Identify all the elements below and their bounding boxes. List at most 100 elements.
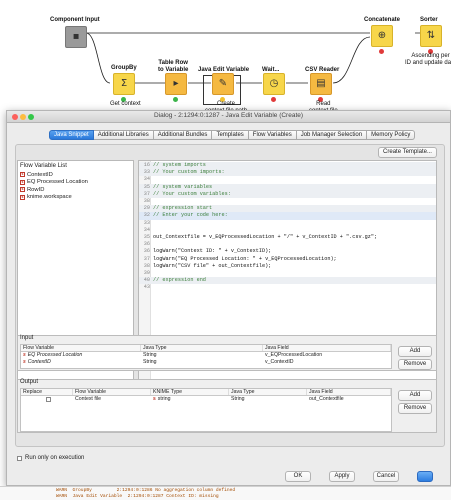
table-row[interactable]: s EQ Processed Location String v_EQProces… bbox=[21, 352, 391, 359]
help-button[interactable] bbox=[417, 471, 433, 482]
tab-job-manager-selection[interactable]: Job Manager Selection bbox=[296, 130, 368, 140]
output-remove-button[interactable]: Remove bbox=[398, 403, 432, 414]
string-type-icon: s bbox=[153, 396, 156, 402]
dialog-titlebar[interactable]: Dialog - 2:1294:0:1287 - Java Edit Varia… bbox=[7, 111, 450, 123]
tab-additional-libraries[interactable]: Additional Libraries bbox=[93, 130, 154, 140]
ok-button[interactable]: OK bbox=[285, 471, 311, 482]
code-line[interactable]: 35 out_Contextfile = v_EQProcessedLocatio… bbox=[139, 234, 436, 241]
flow-variable-list: s ContextID s EQ Processed Location s RowID… bbox=[20, 171, 88, 201]
wait-icon: ◷ bbox=[269, 78, 279, 89]
tab-flow-variables[interactable]: Flow Variables bbox=[248, 130, 297, 140]
tab-templates[interactable]: Templates bbox=[212, 130, 249, 140]
line-number: 37 bbox=[143, 255, 150, 262]
groupby-node[interactable]: Σ bbox=[113, 73, 135, 95]
input-add-button[interactable]: Add bbox=[398, 346, 432, 357]
groupby-icon: Σ bbox=[120, 78, 128, 89]
input-group: Input Flow Variable Java Type Java Field… bbox=[17, 335, 437, 371]
tab-java-snippet[interactable]: Java Snippet bbox=[49, 130, 94, 140]
code-line[interactable]: 34 bbox=[139, 227, 436, 234]
output-table: Replace Flow Variable KNIME Type Java Ty… bbox=[20, 388, 392, 432]
node-title-groupby: GroupBy bbox=[111, 65, 137, 71]
line-number: 35 bbox=[143, 234, 150, 240]
line-number: 33 bbox=[143, 169, 150, 176]
create-template-button[interactable]: Create Template... bbox=[378, 147, 437, 158]
output-header-knime-type[interactable]: KNIME Type bbox=[151, 389, 229, 395]
node-title-sorter: Sorter bbox=[420, 17, 438, 23]
code-line[interactable]: 36 logWarn("Context ID: " + v_ContextID); bbox=[139, 248, 436, 255]
output-table-header: Replace Flow Variable KNIME Type Java Ty… bbox=[21, 389, 391, 396]
code-line[interactable]: 37 logWarn("EQ Processed Location: " + v_… bbox=[139, 256, 436, 263]
line-number: 39 bbox=[143, 270, 150, 276]
code-line[interactable]: 29// expression start bbox=[139, 205, 436, 213]
component-input-icon: ▪ bbox=[72, 31, 80, 42]
flow-variable-item[interactable]: s ContextID bbox=[20, 171, 88, 179]
tab-memory-policy[interactable]: Memory Policy bbox=[367, 130, 416, 140]
wait-node[interactable]: ◷ bbox=[263, 73, 285, 95]
input-header-java-type[interactable]: Java Type bbox=[141, 345, 263, 351]
line-number: 36 bbox=[143, 248, 150, 255]
code-line[interactable]: 16// system imports bbox=[139, 162, 436, 170]
line-number: 34 bbox=[143, 176, 150, 183]
string-variable-icon: s bbox=[20, 179, 25, 185]
code-line[interactable]: 40// expression end bbox=[139, 277, 436, 285]
code-text: logWarn("CSV file" + out_Contextfile); bbox=[153, 262, 272, 269]
code-text: // expression end bbox=[153, 277, 206, 284]
code-line[interactable]: 35// system variables bbox=[139, 183, 436, 191]
flow-variable-item[interactable]: s EQ Processed Location bbox=[20, 179, 88, 187]
table-row-to-variable-node[interactable]: ▸ bbox=[165, 73, 187, 95]
java-edit-variable-node[interactable]: ✎ bbox=[212, 73, 234, 95]
output-header-flow-variable[interactable]: Flow Variable bbox=[73, 389, 151, 395]
run-only-on-execution-label: Run only on execution bbox=[25, 455, 85, 461]
flow-variable-item[interactable]: s knime.workspace bbox=[20, 194, 88, 202]
table-row[interactable]: s ContextID String v_ContextID bbox=[21, 359, 391, 366]
table-row-to-variable-icon: ▸ bbox=[173, 78, 179, 89]
cancel-button[interactable]: Cancel bbox=[373, 471, 399, 482]
code-text: // Your custom variables: bbox=[153, 190, 231, 197]
replace-checkbox[interactable] bbox=[45, 397, 51, 402]
input-header-flow-variable[interactable]: Flow Variable bbox=[21, 345, 141, 351]
input-remove-button[interactable]: Remove bbox=[398, 359, 432, 370]
output-header-java-type[interactable]: Java Type bbox=[229, 389, 307, 395]
line-number: 34 bbox=[143, 226, 150, 233]
code-line[interactable]: 33 bbox=[139, 220, 436, 227]
tab-additional-bundles[interactable]: Additional Bundles bbox=[153, 130, 213, 140]
line-number: 32 bbox=[143, 212, 150, 219]
output-add-button[interactable]: Add bbox=[398, 390, 432, 401]
output-header-replace[interactable]: Replace bbox=[21, 389, 73, 395]
code-line[interactable]: 32// Enter your code here: bbox=[139, 212, 436, 220]
concatenate-node[interactable]: ⊕ bbox=[371, 25, 393, 47]
table-row[interactable]: Context file s string String out_Contextf… bbox=[21, 396, 391, 403]
concatenate-status-light bbox=[379, 49, 384, 54]
csv-reader-node[interactable]: ▤ bbox=[310, 73, 332, 95]
code-text: logWarn("Context ID: " + v_ContextID); bbox=[153, 248, 272, 255]
line-number: 40 bbox=[143, 277, 150, 284]
code-line[interactable]: 38 bbox=[139, 198, 436, 205]
code-line[interactable]: 34 bbox=[139, 176, 436, 183]
code-line[interactable]: 39 bbox=[139, 270, 436, 277]
line-number: 38 bbox=[143, 262, 150, 269]
string-variable-icon: s bbox=[20, 187, 25, 193]
run-only-on-execution-row[interactable]: Run only on execution bbox=[17, 455, 84, 461]
component-input-node[interactable]: ▪ bbox=[65, 26, 87, 48]
output-group-label: Output bbox=[20, 379, 39, 385]
code-text: // Your custom imports: bbox=[153, 169, 225, 176]
code-line[interactable]: 43 bbox=[139, 284, 436, 291]
output-header-java-field[interactable]: Java Field bbox=[307, 389, 391, 395]
flow-variable-item[interactable]: s RowID bbox=[20, 186, 88, 194]
code-line[interactable]: 33// Your custom imports: bbox=[139, 169, 436, 177]
node-title-concatenate: Concatenate bbox=[364, 17, 401, 23]
input-header-java-field[interactable]: Java Field bbox=[263, 345, 391, 351]
code-text: // system imports bbox=[153, 162, 206, 168]
line-number: 29 bbox=[143, 205, 150, 212]
csv-reader-icon: ▤ bbox=[316, 78, 326, 89]
node-title-table-row-to-variable: Table Row to Variable bbox=[158, 60, 189, 73]
sorter-node[interactable]: ⇅ bbox=[420, 25, 442, 47]
run-only-on-execution-checkbox[interactable] bbox=[17, 455, 22, 461]
flow-variable-list-title: Flow Variable List bbox=[20, 163, 67, 169]
line-number: 43 bbox=[143, 284, 150, 291]
code-line[interactable]: 37// Your custom variables: bbox=[139, 190, 436, 198]
string-variable-icon: s bbox=[23, 352, 26, 358]
apply-button[interactable]: Apply bbox=[329, 471, 355, 482]
code-line[interactable]: 36 bbox=[139, 241, 436, 248]
code-line[interactable]: 38 logWarn("CSV file" + out_Contextfile); bbox=[139, 263, 436, 270]
